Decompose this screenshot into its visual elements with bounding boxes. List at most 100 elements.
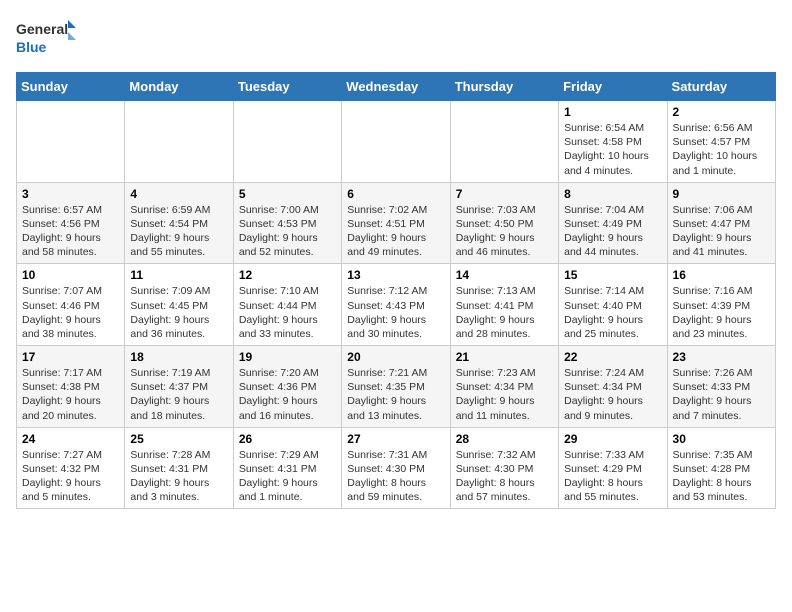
day-number: 9	[673, 187, 770, 201]
logo-svg: General Blue	[16, 16, 76, 60]
day-info: Sunrise: 7:02 AMSunset: 4:51 PMDaylight:…	[347, 203, 444, 260]
day-number: 24	[22, 432, 119, 446]
day-number: 17	[22, 350, 119, 364]
calendar-cell: 5 Sunrise: 7:00 AMSunset: 4:53 PMDaylight…	[233, 182, 341, 264]
day-info: Sunrise: 7:04 AMSunset: 4:49 PMDaylight:…	[564, 203, 661, 260]
day-number: 30	[673, 432, 770, 446]
day-number: 15	[564, 268, 661, 282]
day-number: 11	[130, 268, 227, 282]
weekday-header-monday: Monday	[125, 73, 233, 101]
day-info: Sunrise: 7:10 AMSunset: 4:44 PMDaylight:…	[239, 284, 336, 341]
week-row-4: 17 Sunrise: 7:17 AMSunset: 4:38 PMDayligh…	[17, 346, 776, 428]
calendar-cell: 21Sunrise: 7:23 AMSunset: 4:34 PMDayligh…	[450, 346, 558, 428]
day-info: Sunrise: 7:14 AMSunset: 4:40 PMDaylight:…	[564, 284, 661, 341]
calendar-cell: 3 Sunrise: 6:57 AMSunset: 4:56 PMDaylight…	[17, 182, 125, 264]
week-row-3: 10 Sunrise: 7:07 AMSunset: 4:46 PMDayligh…	[17, 264, 776, 346]
day-info: Sunrise: 7:17 AMSunset: 4:38 PMDaylight:…	[22, 366, 119, 423]
day-info: Sunrise: 7:13 AMSunset: 4:41 PMDaylight:…	[456, 284, 553, 341]
calendar-cell: 1 Sunrise: 6:54 AMSunset: 4:58 PMDaylight…	[559, 101, 667, 183]
day-number: 1	[564, 105, 661, 119]
day-number: 29	[564, 432, 661, 446]
calendar-table: SundayMondayTuesdayWednesdayThursdayFrid…	[16, 72, 776, 509]
day-number: 7	[456, 187, 553, 201]
calendar-cell: 11 Sunrise: 7:09 AMSunset: 4:45 PMDayligh…	[125, 264, 233, 346]
calendar-body: 1 Sunrise: 6:54 AMSunset: 4:58 PMDaylight…	[17, 101, 776, 509]
day-info: Sunrise: 6:57 AMSunset: 4:56 PMDaylight:…	[22, 203, 119, 260]
day-number: 2	[673, 105, 770, 119]
day-number: 28	[456, 432, 553, 446]
calendar-cell: 10 Sunrise: 7:07 AMSunset: 4:46 PMDayligh…	[17, 264, 125, 346]
weekday-header-saturday: Saturday	[667, 73, 775, 101]
day-info: Sunrise: 7:07 AMSunset: 4:46 PMDaylight:…	[22, 284, 119, 341]
day-number: 22	[564, 350, 661, 364]
svg-text:General: General	[16, 21, 68, 37]
day-info: Sunrise: 7:03 AMSunset: 4:50 PMDaylight:…	[456, 203, 553, 260]
calendar-cell: 9 Sunrise: 7:06 AMSunset: 4:47 PMDaylight…	[667, 182, 775, 264]
day-number: 20	[347, 350, 444, 364]
calendar-cell: 30 Sunrise: 7:35 AMSunset: 4:28 PMDayligh…	[667, 427, 775, 509]
day-number: 21	[456, 350, 553, 364]
day-number: 18	[130, 350, 227, 364]
calendar-cell	[233, 101, 341, 183]
day-number: 19	[239, 350, 336, 364]
day-number: 4	[130, 187, 227, 201]
day-number: 10	[22, 268, 119, 282]
calendar-cell: 29 Sunrise: 7:33 AMSunset: 4:29 PMDayligh…	[559, 427, 667, 509]
day-number: 14	[456, 268, 553, 282]
weekday-header-tuesday: Tuesday	[233, 73, 341, 101]
calendar-cell: 6 Sunrise: 7:02 AMSunset: 4:51 PMDaylight…	[342, 182, 450, 264]
calendar-cell: 24 Sunrise: 7:27 AMSunset: 4:32 PMDayligh…	[17, 427, 125, 509]
calendar-cell: 26Sunrise: 7:29 AMSunset: 4:31 PMDayligh…	[233, 427, 341, 509]
day-info: Sunrise: 6:54 AMSunset: 4:58 PMDaylight:…	[564, 121, 661, 178]
day-info: Sunrise: 7:32 AMSunset: 4:30 PMDaylight:…	[456, 448, 553, 505]
svg-text:Blue: Blue	[16, 39, 47, 55]
day-number: 12	[239, 268, 336, 282]
calendar-cell: 19 Sunrise: 7:20 AMSunset: 4:36 PMDayligh…	[233, 346, 341, 428]
day-info: Sunrise: 7:12 AMSunset: 4:43 PMDaylight:…	[347, 284, 444, 341]
weekday-header-wednesday: Wednesday	[342, 73, 450, 101]
day-number: 3	[22, 187, 119, 201]
logo: General Blue	[16, 16, 76, 60]
day-info: Sunrise: 7:06 AMSunset: 4:47 PMDaylight:…	[673, 203, 770, 260]
calendar-cell: 28 Sunrise: 7:32 AMSunset: 4:30 PMDayligh…	[450, 427, 558, 509]
day-info: Sunrise: 7:28 AMSunset: 4:31 PMDaylight:…	[130, 448, 227, 505]
weekday-header-thursday: Thursday	[450, 73, 558, 101]
calendar-cell: 25 Sunrise: 7:28 AMSunset: 4:31 PMDayligh…	[125, 427, 233, 509]
day-info: Sunrise: 7:09 AMSunset: 4:45 PMDaylight:…	[130, 284, 227, 341]
calendar-cell: 20 Sunrise: 7:21 AMSunset: 4:35 PMDayligh…	[342, 346, 450, 428]
day-info: Sunrise: 7:33 AMSunset: 4:29 PMDaylight:…	[564, 448, 661, 505]
day-number: 5	[239, 187, 336, 201]
calendar-cell: 8 Sunrise: 7:04 AMSunset: 4:49 PMDaylight…	[559, 182, 667, 264]
day-info: Sunrise: 7:19 AMSunset: 4:37 PMDaylight:…	[130, 366, 227, 423]
calendar-cell: 2Sunrise: 6:56 AMSunset: 4:57 PMDaylight…	[667, 101, 775, 183]
week-row-2: 3 Sunrise: 6:57 AMSunset: 4:56 PMDaylight…	[17, 182, 776, 264]
weekday-header-friday: Friday	[559, 73, 667, 101]
day-info: Sunrise: 7:27 AMSunset: 4:32 PMDaylight:…	[22, 448, 119, 505]
calendar-cell: 23Sunrise: 7:26 AMSunset: 4:33 PMDayligh…	[667, 346, 775, 428]
day-info: Sunrise: 7:20 AMSunset: 4:36 PMDaylight:…	[239, 366, 336, 423]
day-number: 8	[564, 187, 661, 201]
calendar-cell: 12 Sunrise: 7:10 AMSunset: 4:44 PMDayligh…	[233, 264, 341, 346]
calendar-cell: 18 Sunrise: 7:19 AMSunset: 4:37 PMDayligh…	[125, 346, 233, 428]
calendar-cell: 16Sunrise: 7:16 AMSunset: 4:39 PMDayligh…	[667, 264, 775, 346]
day-number: 26	[239, 432, 336, 446]
day-info: Sunrise: 7:00 AMSunset: 4:53 PMDaylight:…	[239, 203, 336, 260]
day-number: 25	[130, 432, 227, 446]
calendar-cell: 14 Sunrise: 7:13 AMSunset: 4:41 PMDayligh…	[450, 264, 558, 346]
day-info: Sunrise: 7:21 AMSunset: 4:35 PMDaylight:…	[347, 366, 444, 423]
day-info: Sunrise: 7:31 AMSunset: 4:30 PMDaylight:…	[347, 448, 444, 505]
day-info: Sunrise: 7:35 AMSunset: 4:28 PMDaylight:…	[673, 448, 770, 505]
day-number: 27	[347, 432, 444, 446]
day-number: 6	[347, 187, 444, 201]
calendar-cell	[17, 101, 125, 183]
day-number: 13	[347, 268, 444, 282]
calendar-cell: 13 Sunrise: 7:12 AMSunset: 4:43 PMDayligh…	[342, 264, 450, 346]
day-info: Sunrise: 7:16 AMSunset: 4:39 PMDaylight:…	[673, 284, 770, 341]
calendar-cell: 17 Sunrise: 7:17 AMSunset: 4:38 PMDayligh…	[17, 346, 125, 428]
calendar-cell: 7 Sunrise: 7:03 AMSunset: 4:50 PMDaylight…	[450, 182, 558, 264]
weekday-header-sunday: Sunday	[17, 73, 125, 101]
calendar-cell	[342, 101, 450, 183]
week-row-1: 1 Sunrise: 6:54 AMSunset: 4:58 PMDaylight…	[17, 101, 776, 183]
calendar-cell: 27 Sunrise: 7:31 AMSunset: 4:30 PMDayligh…	[342, 427, 450, 509]
calendar-cell: 4Sunrise: 6:59 AMSunset: 4:54 PMDaylight…	[125, 182, 233, 264]
